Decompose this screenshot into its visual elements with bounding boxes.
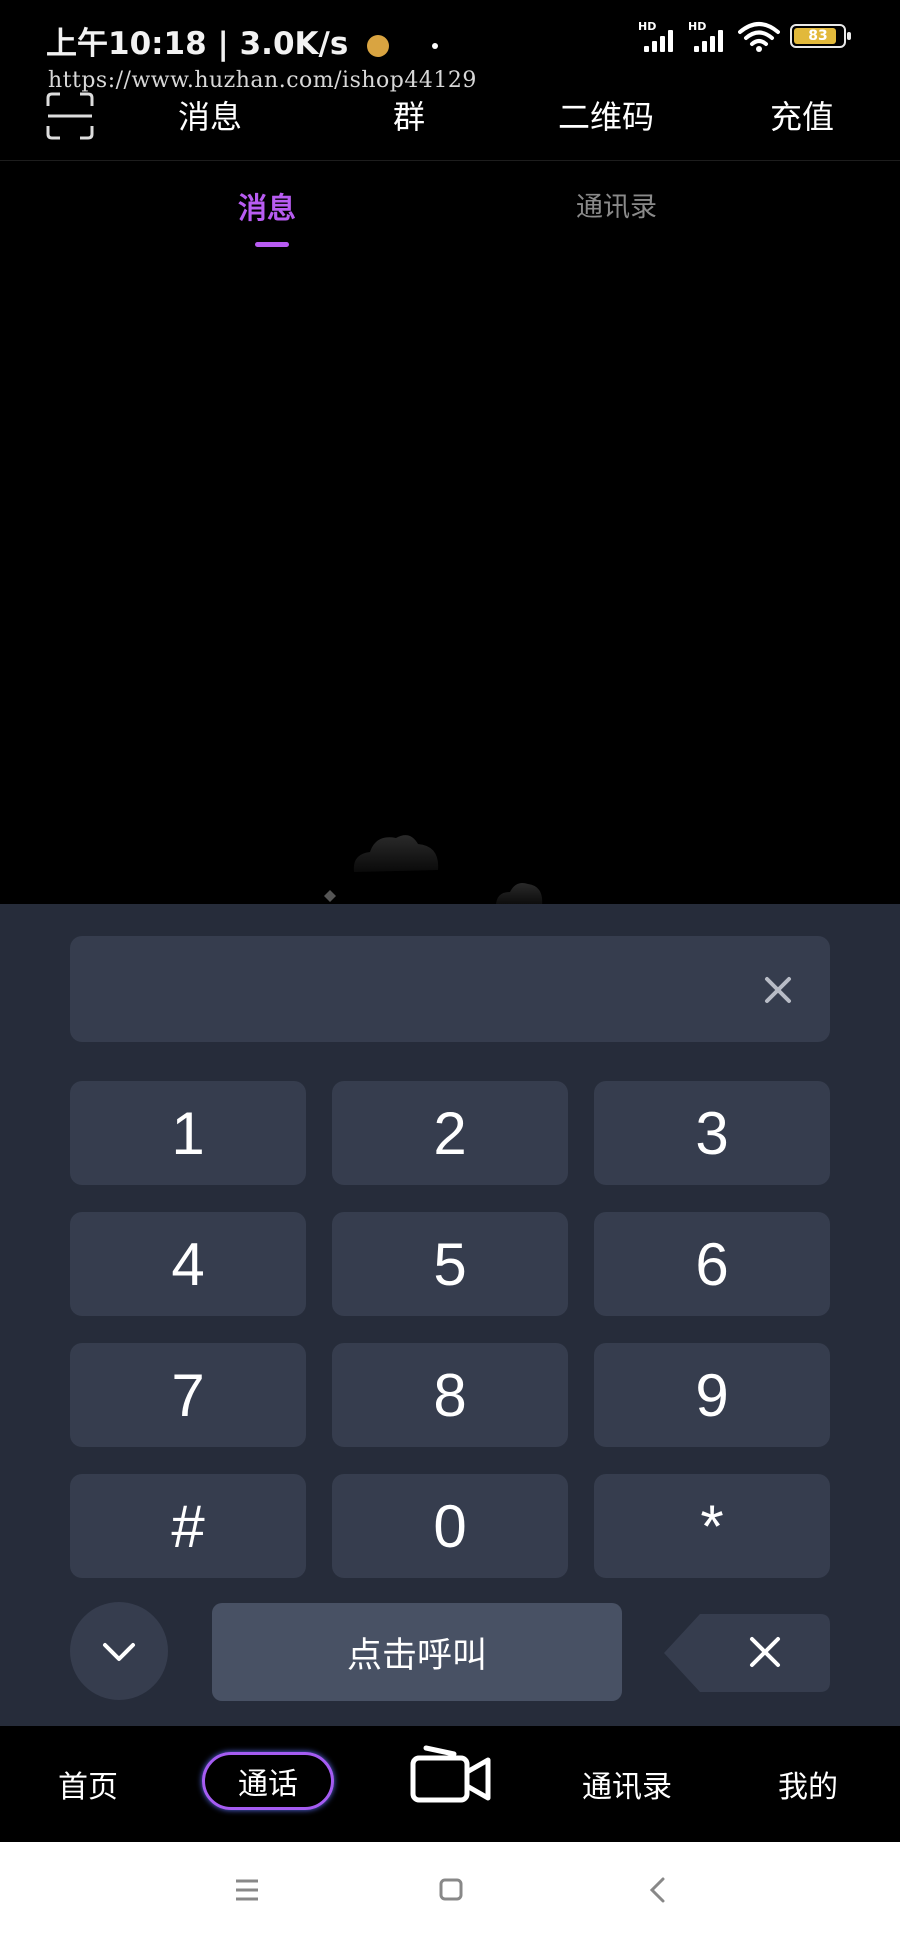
bottom-nav-call[interactable]: 通话 <box>202 1752 334 1810</box>
dial-key-7[interactable]: 7 <box>70 1343 306 1447</box>
nav-groups[interactable]: 群 <box>393 92 425 138</box>
home-square-icon[interactable] <box>438 1876 464 1902</box>
status-time: 上午10:18 | 3.0K/s <box>46 18 438 63</box>
dial-key-star[interactable]: * <box>594 1474 830 1578</box>
status-bar: 上午10:18 | 3.0K/s HD HD 83 <box>0 0 900 70</box>
bottom-nav-contacts[interactable]: 通讯录 <box>582 1762 672 1806</box>
bottom-nav: 首页 通话 通讯录 我的 <box>0 1726 900 1842</box>
tab-messages[interactable]: 消息 <box>238 185 296 227</box>
dial-key-8[interactable]: 8 <box>332 1343 568 1447</box>
call-button[interactable]: 点击呼叫 <box>212 1603 622 1701</box>
dial-key-1[interactable]: 1 <box>70 1081 306 1185</box>
notification-dot-icon <box>431 42 438 49</box>
tab-contacts[interactable]: 通讯录 <box>576 185 657 224</box>
dial-key-2[interactable]: 2 <box>332 1081 568 1185</box>
battery-icon: 83 <box>790 24 851 48</box>
battery-level: 83 <box>808 28 828 44</box>
system-nav-bar <box>0 1842 900 1950</box>
clear-input-icon[interactable] <box>756 968 800 1012</box>
back-arrow-icon[interactable] <box>648 1876 668 1904</box>
dial-key-3[interactable]: 3 <box>594 1081 830 1185</box>
coin-icon <box>367 34 390 57</box>
signal-icon: HD <box>638 20 684 56</box>
top-nav: 消息 群 二维码 充值 <box>0 86 900 161</box>
dial-key-9[interactable]: 9 <box>594 1343 830 1447</box>
dial-key-6[interactable]: 6 <box>594 1212 830 1316</box>
backspace-icon[interactable] <box>664 1614 830 1692</box>
collapse-keypad-button[interactable] <box>70 1602 168 1700</box>
signal-icon-2: HD <box>688 20 734 56</box>
bottom-nav-home[interactable]: 首页 <box>58 1762 118 1806</box>
bottom-nav-profile[interactable]: 我的 <box>778 1762 838 1806</box>
menu-icon[interactable] <box>234 1878 260 1902</box>
dial-key-hash[interactable]: # <box>70 1474 306 1578</box>
tab-indicator <box>255 242 289 247</box>
nav-messages[interactable]: 消息 <box>178 92 242 138</box>
nav-qrcode[interactable]: 二维码 <box>558 92 654 138</box>
dial-key-5[interactable]: 5 <box>332 1212 568 1316</box>
separator: | <box>217 26 240 62</box>
clock-text: 上午10:18 <box>46 26 207 62</box>
dial-key-4[interactable]: 4 <box>70 1212 306 1316</box>
chevron-down-icon <box>103 1643 135 1661</box>
nav-recharge[interactable]: 充值 <box>770 92 834 138</box>
network-speed: 3.0K/s <box>239 26 349 62</box>
dial-key-0[interactable]: 0 <box>332 1474 568 1578</box>
wifi-icon <box>738 22 780 52</box>
empty-state-cloud-icon <box>324 835 543 906</box>
scan-icon[interactable] <box>46 92 94 140</box>
phone-number-input[interactable] <box>70 936 830 1042</box>
video-camera-icon[interactable] <box>410 1744 492 1804</box>
